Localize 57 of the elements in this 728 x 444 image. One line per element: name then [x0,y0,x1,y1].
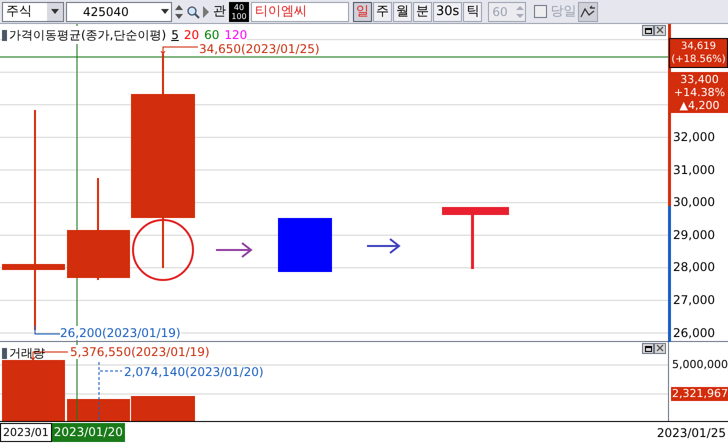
today-checkbox[interactable] [534,5,548,18]
interval-spinner: 60 [488,2,526,22]
period-tab[interactable]: 주 [373,2,392,22]
chart-tool-icon[interactable] [578,2,598,22]
high-price-note: 34,650(2023/01/25) [199,41,320,58]
spin-arrows-icon[interactable] [174,2,184,20]
leader-line [160,46,198,55]
panel-handle-icon[interactable] [2,30,7,40]
period-tab[interactable]: 틱 [463,2,482,22]
stock-name-field: 티이엠씨 [251,2,349,22]
restore-icon[interactable] [642,343,654,354]
date-label: 2023/01/25 [656,424,727,442]
highlight-circle [132,219,194,281]
ma-period: 60 [204,27,220,44]
close-icon[interactable] [654,343,666,354]
period-tab[interactable]: 30s [433,2,462,22]
current-price-label: 33,400 +14.38% ▲4,200 [671,72,728,113]
indicator-title: 거래량 [9,345,45,362]
dropdown-arrow-icon [51,9,59,14]
panel-handle-icon[interactable] [2,348,7,358]
crosshair-price-label: 34,619 (+18.56%) [669,38,728,68]
restore-icon[interactable] [642,25,654,36]
cursor-volume-note: 2,074,140(2023/01/20) [124,364,264,381]
detail-button[interactable]: 관 [212,2,227,20]
market-select[interactable]: 주식 [2,2,64,22]
dropdown-arrow-icon [161,9,169,14]
axis-label: 32,000 [673,130,715,144]
axis-label: 5,000,000 [672,358,728,372]
indicator-title: 가격이동평균(종가,단순이평) [9,27,166,44]
play-icon[interactable] [202,4,210,18]
leader-line [34,326,60,334]
cursor-date-label: 2023/01/20 [52,423,125,442]
code-field[interactable]: 425040 [66,2,172,22]
axis-label: 28,000 [673,260,715,274]
axis-label: 27,000 [673,293,715,307]
current-volume-label: 2,321,967 [671,387,728,401]
period-tab[interactable]: 월 [393,2,412,22]
max-volume-note: 5,376,550(2023/01/19) [70,345,210,359]
axis-label: 26,000 [673,326,715,340]
ma-period: 20 [184,27,200,44]
date-label: 2023/01 [0,423,52,442]
today-label: 당일 [550,2,576,21]
axis-label: 30,000 [673,195,715,210]
low-price-note: 26,200(2023/01/19) [60,326,181,340]
search-icon[interactable] [186,4,200,20]
ma-period: 120 [224,27,248,44]
arrow-icon [215,242,253,258]
candle-drawing [442,207,509,269]
axis-label: 31,000 [673,162,715,177]
arrow-icon [366,238,401,254]
ratio-badge[interactable]: 40 100 [229,2,249,22]
axis-label: 29,000 [673,228,715,242]
candle-drawing [278,218,332,272]
leader-line [100,370,122,372]
close-icon[interactable] [654,25,666,36]
ma-period: 5 [171,27,179,44]
period-tab[interactable]: 분 [413,2,432,22]
